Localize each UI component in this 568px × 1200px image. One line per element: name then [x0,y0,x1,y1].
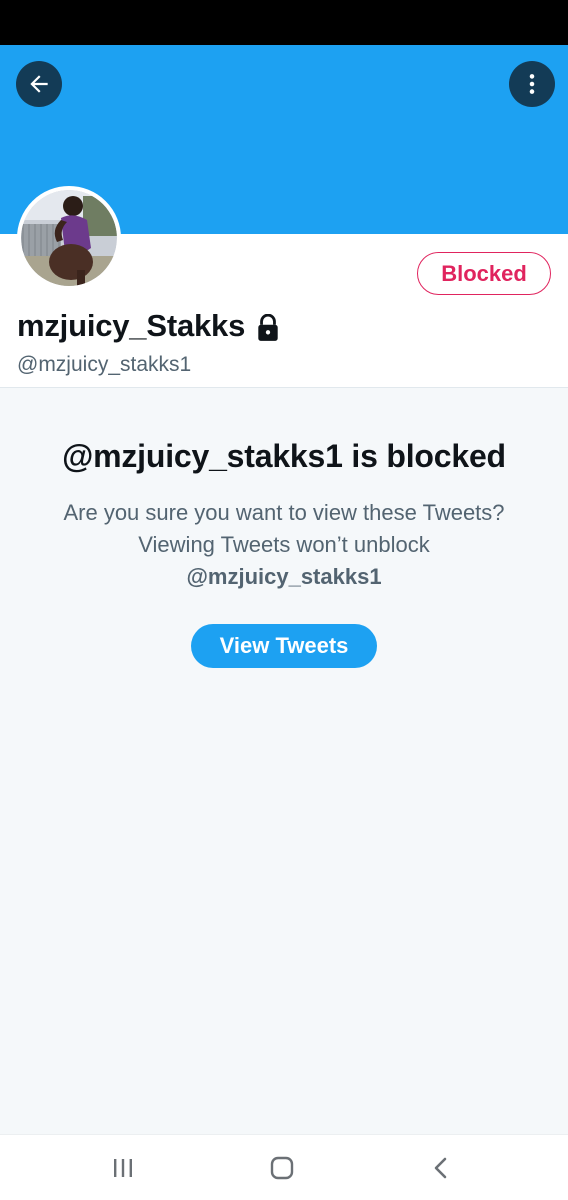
view-tweets-button[interactable]: View Tweets [191,624,377,668]
recents-button[interactable] [108,1155,138,1181]
system-back-button[interactable] [426,1155,456,1181]
display-name-row: mzjuicy_Stakks [17,308,281,344]
chevron-left-icon [430,1156,452,1180]
profile-handle: @mzjuicy_stakks1 [17,353,192,376]
more-options-button[interactable] [509,61,555,107]
profile-screen: Blocked mzjuicy_Stakks @mzjuicy_stakks1 … [0,0,568,1200]
system-nav-bar [0,1134,568,1200]
status-bar [0,0,568,45]
avatar[interactable] [17,186,121,290]
blocked-description: Are you sure you want to view these Twee… [60,497,508,593]
recents-icon [110,1157,136,1179]
blocked-title: @mzjuicy_stakks1 is blocked [62,438,506,474]
blocked-button[interactable]: Blocked [417,252,551,295]
more-vertical-icon [519,71,545,97]
lock-icon [255,314,281,342]
blocked-description-handle: @mzjuicy_stakks1 [186,564,382,589]
arrow-left-icon [26,71,52,97]
blocked-notice-panel: @mzjuicy_stakks1 is blocked Are you sure… [0,388,568,1134]
home-icon [269,1156,295,1180]
home-button[interactable] [267,1155,297,1181]
blocked-description-text: Are you sure you want to view these Twee… [63,500,505,557]
back-button[interactable] [16,61,62,107]
display-name: mzjuicy_Stakks [17,308,246,343]
